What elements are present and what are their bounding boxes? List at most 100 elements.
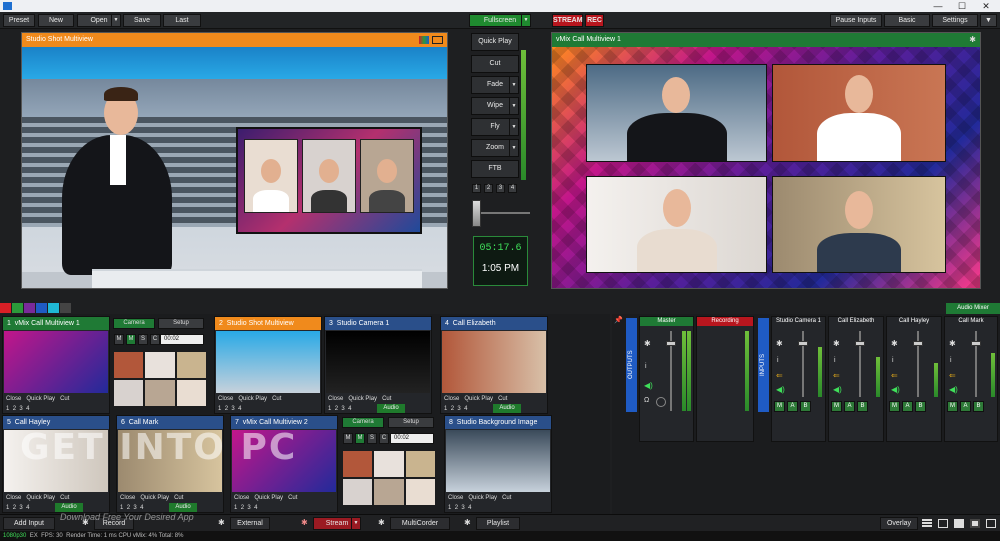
quick-play-button[interactable]: Quick Play bbox=[26, 396, 55, 402]
swatch-red[interactable] bbox=[0, 303, 11, 313]
cut-button[interactable]: Cut bbox=[471, 55, 519, 73]
overlay-3[interactable]: 3 bbox=[457, 406, 460, 412]
channel-4-fader-handle[interactable] bbox=[971, 341, 981, 346]
cut-button[interactable]: Cut bbox=[60, 396, 69, 402]
overlay-2[interactable]: 2 bbox=[13, 406, 16, 412]
channel-3-fader-handle[interactable] bbox=[913, 341, 923, 346]
input-card-4[interactable]: 4 Call Elizabeth Close Quick Play Cut 1 … bbox=[440, 316, 548, 414]
close-button[interactable]: Close bbox=[218, 396, 233, 402]
quick-play-button[interactable]: Quick Play bbox=[26, 495, 55, 501]
input-7-s-button[interactable]: S bbox=[367, 433, 377, 444]
new-button[interactable]: New bbox=[38, 14, 74, 27]
overlay-2[interactable]: 2 bbox=[335, 406, 338, 412]
input-1-m-button[interactable]: M bbox=[114, 334, 124, 345]
preset-button[interactable]: Preset bbox=[3, 14, 35, 27]
tile-view-icon[interactable] bbox=[954, 519, 964, 528]
input-1-c-button[interactable]: C bbox=[150, 334, 160, 345]
input-1-thumbnail[interactable] bbox=[4, 331, 108, 393]
t-bar-handle[interactable] bbox=[472, 200, 481, 227]
input-7-camera-button[interactable]: Camera bbox=[342, 417, 384, 428]
caller-thumb[interactable] bbox=[405, 451, 435, 477]
info-icon[interactable]: i bbox=[950, 357, 952, 364]
add-input-button[interactable]: Add Input bbox=[3, 517, 55, 530]
caller-thumb[interactable] bbox=[114, 352, 144, 378]
input-4-thumbnail[interactable] bbox=[442, 331, 546, 393]
close-icon[interactable]: ✕ bbox=[974, 0, 998, 12]
balance-knob[interactable] bbox=[656, 397, 666, 407]
overlay-1[interactable]: 1 bbox=[444, 406, 447, 412]
zoom-button[interactable]: Zoom ▼ bbox=[471, 139, 519, 157]
playlist-button[interactable]: Playlist bbox=[476, 517, 520, 530]
overlay-3[interactable]: 3 bbox=[19, 505, 22, 511]
cut-button[interactable]: Cut bbox=[502, 495, 511, 501]
caller-thumb[interactable] bbox=[374, 479, 404, 505]
bus-m-button[interactable]: M bbox=[889, 401, 900, 412]
close-button[interactable]: Close bbox=[6, 495, 21, 501]
chevron-down-icon[interactable]: ▼ bbox=[351, 518, 360, 529]
arrow-icon[interactable]: ⇐ bbox=[776, 371, 783, 380]
input-4-audio-button[interactable]: Audio bbox=[493, 404, 521, 413]
bus-a-button[interactable]: A bbox=[902, 401, 913, 412]
close-button[interactable]: Close bbox=[448, 495, 463, 501]
bus-b-button[interactable]: B bbox=[857, 401, 868, 412]
input-3-thumbnail[interactable] bbox=[326, 331, 430, 393]
input-card-8[interactable]: 8 Studio Background Image Close Quick Pl… bbox=[444, 415, 552, 513]
chevron-down-icon[interactable]: ▼ bbox=[509, 119, 518, 135]
gear-icon[interactable]: ✱ bbox=[301, 518, 308, 527]
arrow-icon[interactable]: ⇐ bbox=[949, 371, 956, 380]
overlay-3[interactable]: 3 bbox=[231, 406, 234, 412]
caller-thumb[interactable] bbox=[114, 380, 144, 406]
swatch-green[interactable] bbox=[12, 303, 23, 313]
overlay-4[interactable]: 4 bbox=[238, 406, 241, 412]
input-7-m-active-button[interactable]: M bbox=[355, 433, 365, 444]
overlay-4[interactable]: 4 bbox=[254, 505, 257, 511]
fly-button[interactable]: Fly ▼ bbox=[471, 118, 519, 136]
stream-button[interactable]: Stream ▼ bbox=[313, 517, 361, 530]
cut-button[interactable]: Cut bbox=[272, 396, 281, 402]
bus-b-button[interactable]: B bbox=[800, 401, 811, 412]
chevron-down-icon[interactable]: ▼ bbox=[509, 98, 518, 114]
rec-button[interactable]: REC bbox=[585, 14, 604, 27]
input-1-camera-button[interactable]: Camera bbox=[113, 318, 155, 329]
overlay-2[interactable]: 2 bbox=[241, 505, 244, 511]
preview-panel[interactable]: Studio Shot Multiview bbox=[21, 32, 448, 289]
gear-icon[interactable]: ✱ bbox=[949, 339, 956, 348]
overlay-1[interactable]: 1 bbox=[6, 505, 9, 511]
bus-a-button[interactable]: A bbox=[960, 401, 971, 412]
caller-thumb[interactable] bbox=[145, 380, 175, 406]
chevron-down-icon[interactable]: ▼ bbox=[111, 15, 120, 26]
gear-icon[interactable]: ✱ bbox=[644, 339, 651, 348]
ftb-button[interactable]: FTB bbox=[471, 160, 519, 178]
gear-icon[interactable]: ✱ bbox=[891, 339, 898, 348]
overlay-4[interactable]: 4 bbox=[464, 406, 467, 412]
caller-thumb[interactable] bbox=[176, 380, 206, 406]
settings-button[interactable]: Settings bbox=[932, 14, 978, 27]
info-icon[interactable]: i bbox=[777, 357, 779, 364]
overlay-2[interactable]: 2 bbox=[127, 505, 130, 511]
input-7-delay-field[interactable]: 00:02 bbox=[390, 433, 434, 444]
caller-thumb[interactable] bbox=[343, 451, 373, 477]
quick-play-button[interactable]: Quick Play bbox=[254, 495, 283, 501]
external-button[interactable]: External bbox=[230, 517, 270, 530]
program-panel[interactable]: vMix Call Multiview 1 ✱ bbox=[551, 32, 981, 289]
overlay-3[interactable]: 3 bbox=[247, 505, 250, 511]
gear-icon[interactable]: ✱ bbox=[378, 518, 385, 527]
chevron-down-icon[interactable]: ▼ bbox=[509, 77, 518, 93]
input-3-audio-button[interactable]: Audio bbox=[377, 404, 405, 413]
overlay-3[interactable]: 3 bbox=[133, 505, 136, 511]
input-card-3[interactable]: 3 Studio Camera 1 Close Quick Play Cut 1… bbox=[324, 316, 432, 414]
pin-icon[interactable]: 📌 bbox=[614, 316, 623, 324]
overlay-4[interactable]: 4 bbox=[348, 406, 351, 412]
fade-button[interactable]: Fade ▼ bbox=[471, 76, 519, 94]
input-1-setup-button[interactable]: Setup bbox=[158, 318, 204, 329]
overlay-1[interactable]: 1 bbox=[328, 406, 331, 412]
color-icon[interactable] bbox=[419, 36, 429, 44]
arrow-icon[interactable]: ⇐ bbox=[891, 371, 898, 380]
cut-button[interactable]: Cut bbox=[174, 495, 183, 501]
quick-play-button[interactable]: Quick Play bbox=[238, 396, 267, 402]
caller-thumb[interactable] bbox=[176, 352, 206, 378]
overlay-1[interactable]: 1 bbox=[218, 406, 221, 412]
basic-button[interactable]: Basic bbox=[884, 14, 930, 27]
gear-icon[interactable]: ✱ bbox=[969, 33, 976, 47]
caller-thumb[interactable] bbox=[405, 479, 435, 505]
